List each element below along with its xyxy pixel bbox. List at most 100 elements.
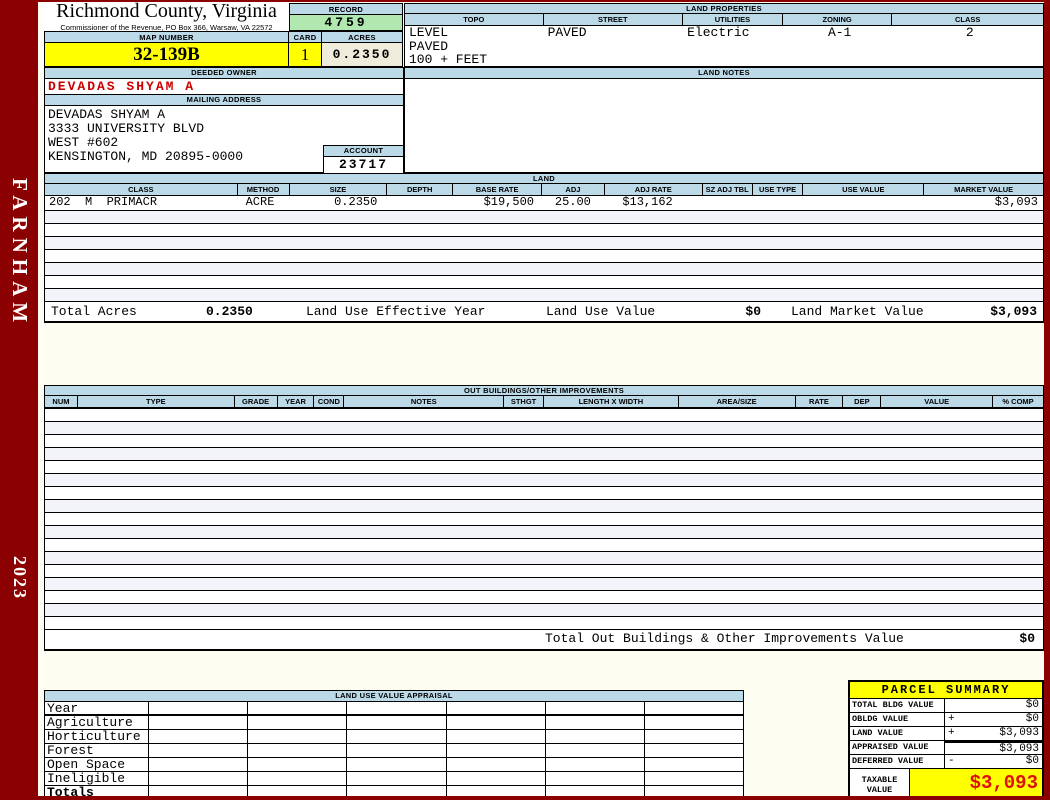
land-properties-value: PAVED <box>547 26 587 40</box>
parcel-summary-row-value: + $0 <box>945 713 1042 726</box>
column-header: VALUE <box>881 396 994 407</box>
appraisal-cell <box>248 744 348 757</box>
appraisal-cell <box>546 730 645 743</box>
column-header: GRADE <box>235 396 278 407</box>
table-cell: 202 M PRIMACR <box>49 196 158 209</box>
parcel-summary-row: LAND VALUE + $3,093 <box>850 727 1042 741</box>
parcel-summary-row-value: $0 <box>945 699 1042 712</box>
appraisal-cell <box>347 730 447 743</box>
parcel-summary-amount: $3,093 <box>999 727 1039 739</box>
column-header: USE VALUE <box>803 184 925 195</box>
parcel-summary-row-label: TOTAL BLDG VALUE <box>850 699 945 712</box>
acres-value: 0.2350 <box>321 42 403 67</box>
parcel-summary-amount: $0 <box>1025 755 1039 767</box>
table-cell: ACRE <box>245 196 275 209</box>
appraisal-cell <box>149 758 249 771</box>
land-use-effective-year-label: Land Use Effective Year <box>306 303 486 319</box>
land-market-value-label: Land Market Value <box>791 303 924 319</box>
appraisal-cell <box>447 772 546 785</box>
appraisal-row: Year <box>45 702 743 716</box>
parcel-summary-row: APPRAISED VALUE $3,093 <box>850 741 1042 755</box>
land-notes-panel: LAND NOTES <box>404 67 1044 173</box>
empty-table-row <box>45 603 1043 616</box>
empty-table-row <box>45 275 1043 288</box>
land-table-header-row: CLASS METHOD SIZE DEPTH BASE RATE ADJ ADJ RATE… <box>45 184 1043 196</box>
appraisal-cell <box>149 702 249 714</box>
appraisal-cell <box>447 702 546 714</box>
table-row: 202 M PRIMACR ACRE 0.2350 $19,500 25.00 $13,1… <box>45 196 1043 210</box>
out-buildings-body <box>45 408 1043 629</box>
land-table: LAND CLASS METHOD SIZE DEPTH BASE RATE ADJ ADJ… <box>44 173 1044 323</box>
county-title: Richmond County, Virginia <box>56 0 277 22</box>
empty-table-row <box>45 223 1043 236</box>
empty-table-row <box>45 512 1043 525</box>
table-cell: 0.2350 <box>334 196 378 209</box>
record-value: 4759 <box>289 15 403 31</box>
table-cell <box>703 196 753 210</box>
appraisal-cell <box>645 702 743 714</box>
land-properties-column-class: CLASS <box>955 15 981 24</box>
appraisal-cell <box>546 716 645 729</box>
land-properties-title: LAND PROPERTIES <box>405 4 1043 14</box>
appraisal-title: LAND USE VALUE APPRAISAL <box>45 691 743 702</box>
right-frame-bar <box>1044 0 1050 800</box>
column-header: YEAR <box>278 396 315 407</box>
parcel-summary-amount: $3,093 <box>999 743 1039 755</box>
parcel-summary-row-value: + $3,093 <box>945 727 1042 740</box>
appraisal-cell <box>347 744 447 757</box>
parcel-summary-operator: + <box>948 727 955 739</box>
land-table-title: LAND <box>45 174 1043 184</box>
appraisal-cell <box>645 716 743 729</box>
account-box: ACCOUNT 23717 <box>323 145 403 173</box>
column-header: RATE <box>796 396 844 407</box>
appraisal-cell <box>546 758 645 771</box>
year-sidebar-label: 2023 <box>10 556 30 600</box>
empty-table-row <box>45 408 1043 421</box>
table-cell: 25.00 <box>554 196 591 209</box>
land-use-appraisal-table: LAND USE VALUE APPRAISAL Year Agriculture… <box>44 690 744 800</box>
land-properties-extra-lines: PAVED 100 + FEET <box>405 40 1043 66</box>
land-properties-value: 2 <box>965 26 974 40</box>
table-cell <box>387 196 453 210</box>
appraisal-cell <box>248 716 348 729</box>
left-frame-bar <box>0 0 38 800</box>
deeded-owner-label: DEEDED OWNER <box>45 68 403 79</box>
out-buildings-total-row: Total Out Buildings & Other Improvements… <box>45 629 1043 649</box>
appraisal-row: Horticulture <box>45 730 743 744</box>
card-value: 1 <box>288 42 322 67</box>
parcel-summary-row: DEFERRED VALUE - $0 <box>850 755 1042 769</box>
empty-table-row <box>45 616 1043 629</box>
column-header: STHGT <box>504 396 544 407</box>
land-properties-column-street: STREET <box>544 14 684 25</box>
appraisal-cell <box>149 772 249 785</box>
out-buildings-header-row: NUM TYPE GRADE YEAR COND NOTES STHGT LENGTH X W… <box>45 396 1043 408</box>
empty-table-row <box>45 499 1043 512</box>
column-header: DEPTH <box>387 184 454 195</box>
land-notes-title: LAND NOTES <box>405 68 1043 79</box>
column-header: METHOD <box>238 184 290 195</box>
column-header: ADJ <box>542 184 605 195</box>
empty-table-row <box>45 447 1043 460</box>
column-header: AREA/SIZE <box>679 396 796 407</box>
land-properties-value: Electric <box>687 26 750 40</box>
column-header: % COMP <box>1002 397 1034 406</box>
mailing-address-line: DEVADAS SHYAM A <box>48 107 166 122</box>
land-properties-column-topo: TOPO <box>405 14 544 25</box>
land-properties-value: LEVEL <box>409 26 449 40</box>
column-header: DEP <box>843 396 882 407</box>
empty-table-row <box>45 486 1043 499</box>
empty-table-row <box>45 236 1043 249</box>
appraisal-cell <box>248 772 348 785</box>
table-cell: $19,500 <box>483 196 534 209</box>
appraisal-cell <box>645 744 743 757</box>
appraisal-cell <box>546 772 645 785</box>
parcel-summary-row-value: - $0 <box>945 755 1042 768</box>
land-properties-column-zoning: ZONING <box>783 14 893 25</box>
appraisal-row-label: Forest <box>45 744 149 757</box>
record-box: RECORD 4759 <box>289 3 403 31</box>
appraisal-cell <box>546 702 645 714</box>
table-cell <box>804 196 925 210</box>
column-header: SIZE <box>290 184 388 195</box>
appraisal-cell <box>347 758 447 771</box>
appraisal-cell <box>149 716 249 729</box>
